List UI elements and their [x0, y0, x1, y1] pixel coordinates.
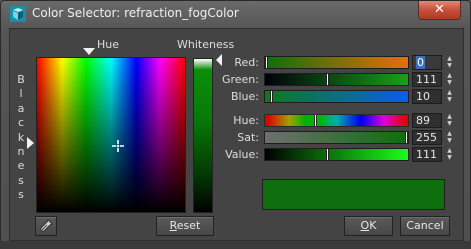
sat-slider-thumb[interactable] — [405, 131, 408, 144]
red-spinner-input[interactable]: 0 — [412, 55, 442, 70]
hue-slider-thumb[interactable] — [314, 114, 317, 127]
spin-up-icon[interactable]: ▲ — [445, 72, 454, 79]
reset-button[interactable]: Reset — [156, 216, 214, 236]
spin-up-icon[interactable]: ▲ — [445, 113, 454, 120]
sat-slider[interactable] — [264, 131, 409, 144]
spin-down-icon[interactable]: ▼ — [445, 154, 454, 161]
spin-down-icon[interactable]: ▼ — [445, 120, 454, 127]
ok-button[interactable]: OK — [344, 216, 393, 236]
green-slider[interactable] — [264, 73, 409, 86]
spin-up-icon[interactable]: ▲ — [445, 89, 454, 96]
cancel-button[interactable]: Cancel — [400, 216, 450, 236]
close-button[interactable]: ✕ — [418, 1, 461, 20]
green-label: Green: — [221, 73, 259, 86]
hue-blackness-field[interactable] — [36, 57, 186, 213]
green-spinner-arrows[interactable]: ▲ ▼ — [445, 72, 454, 87]
spin-up-icon[interactable]: ▲ — [445, 55, 454, 62]
window-title: Color Selector: refraction_fogColor — [32, 6, 239, 20]
whiteness-bar[interactable] — [193, 58, 213, 213]
blue-spinner-input[interactable]: 10 — [412, 89, 442, 104]
eyedropper-button[interactable] — [35, 216, 57, 236]
title-bar[interactable]: Color Selector: refraction_fogColor ✕ — [1, 1, 470, 27]
hue-field-label: Hue — [97, 38, 120, 51]
reset-label-rest: eset — [176, 219, 201, 232]
color-selector-window: Color Selector: refraction_fogColor ✕ Hu… — [0, 0, 471, 249]
blackness-label: Blackness — [17, 73, 25, 202]
hue-marker-icon[interactable] — [83, 48, 95, 55]
blue-slider[interactable] — [264, 90, 409, 103]
blue-slider-thumb[interactable] — [270, 90, 273, 103]
red-spinner-arrows[interactable]: ▲ ▼ — [445, 55, 454, 70]
spin-up-icon[interactable]: ▲ — [445, 130, 454, 137]
close-icon: ✕ — [434, 2, 445, 17]
green-spinner-input[interactable]: 111 — [412, 72, 442, 87]
sat-spinner-arrows[interactable]: ▲ ▼ — [445, 130, 454, 145]
blue-spinner-arrows[interactable]: ▲ ▼ — [445, 89, 454, 104]
red-slider-thumb[interactable] — [265, 56, 268, 69]
blue-label: Blue: — [230, 90, 259, 103]
blackness-marker-icon[interactable] — [27, 137, 34, 149]
spin-down-icon[interactable]: ▼ — [445, 137, 454, 144]
sat-spinner-input[interactable]: 255 — [412, 130, 442, 145]
green-slider-thumb[interactable] — [326, 73, 329, 86]
app-logo-icon — [10, 6, 26, 22]
sat-label: Sat: — [237, 131, 259, 144]
value-spinner-input[interactable]: 111 — [412, 147, 442, 162]
spin-up-icon[interactable]: ▲ — [445, 147, 454, 154]
value-slider-thumb[interactable] — [326, 148, 329, 161]
spin-down-icon[interactable]: ▼ — [445, 62, 454, 69]
ok-label-rest: K — [369, 219, 377, 232]
dialog-client-area: Hue Whiteness Blackness Red: 0 ▲ ▼ Green:… — [9, 28, 464, 241]
value-label: Value: — [225, 148, 259, 161]
value-spinner-arrows[interactable]: ▲ ▼ — [445, 147, 454, 162]
eyedropper-icon — [40, 219, 53, 232]
hue-slider[interactable] — [264, 114, 409, 127]
spin-down-icon[interactable]: ▼ — [445, 79, 454, 86]
red-slider[interactable] — [264, 56, 409, 69]
whiteness-label: Whiteness — [177, 38, 235, 51]
spin-down-icon[interactable]: ▼ — [445, 96, 454, 103]
hue-label: Hue: — [233, 114, 259, 127]
hue-spinner-input[interactable]: 89 — [412, 113, 442, 128]
color-preview-swatch — [262, 179, 445, 210]
crosshair-icon[interactable] — [112, 140, 124, 152]
window-bottom-edge — [0, 241, 471, 249]
red-label: Red: — [234, 56, 259, 69]
value-slider[interactable] — [264, 148, 409, 161]
hue-spinner-arrows[interactable]: ▲ ▼ — [445, 113, 454, 128]
